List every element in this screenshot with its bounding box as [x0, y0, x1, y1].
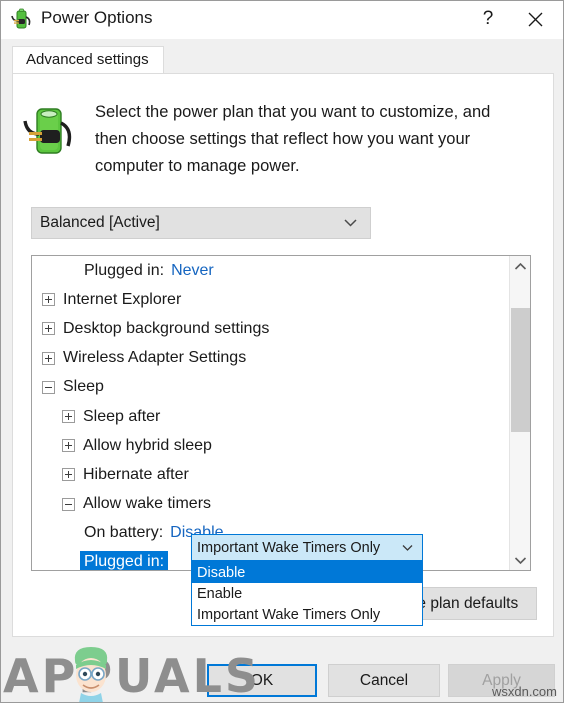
chevron-down-icon: [343, 216, 358, 234]
tree-item-group[interactable]: Desktop background settings: [32, 314, 510, 343]
title-bar: Power Options ?: [1, 1, 563, 39]
advanced-settings-tree[interactable]: Plugged in: Never Internet Explorer Desktop…: [31, 255, 531, 571]
expand-plus-icon[interactable]: [62, 468, 75, 482]
power-plug-battery-icon: [10, 7, 34, 32]
tree-item-label: Internet Explorer: [63, 290, 182, 308]
cancel-button[interactable]: Cancel: [328, 664, 440, 697]
dropdown-option[interactable]: Enable: [192, 583, 422, 604]
power-plan-value: Balanced [Active]: [40, 214, 160, 231]
expand-plus-icon[interactable]: [42, 351, 55, 365]
tab-advanced-settings[interactable]: Advanced settings: [12, 46, 164, 74]
chevron-down-icon[interactable]: [510, 550, 530, 570]
expand-plus-icon[interactable]: [42, 293, 55, 307]
power-options-dialog: Power Options ? Advanced settings Select…: [0, 0, 564, 703]
tree-item-label: Sleep after: [83, 407, 161, 425]
tree-scrollbar[interactable]: [509, 256, 530, 570]
scrollbar-thumb[interactable]: [511, 308, 530, 432]
setting-key: Plugged in:: [84, 261, 165, 279]
tree-item-group[interactable]: Internet Explorer: [32, 285, 510, 314]
tree-item-group[interactable]: Sleep after: [32, 402, 510, 431]
wake-timers-plugged-in-select[interactable]: Important Wake Timers Only: [191, 534, 423, 561]
tree-item-group[interactable]: Hibernate after: [32, 460, 510, 489]
tab-strip: Advanced settings: [1, 39, 563, 74]
tree-item-label: Allow hybrid sleep: [83, 436, 212, 454]
tree-item-group[interactable]: Sleep: [32, 373, 510, 402]
setting-value[interactable]: Never: [171, 262, 214, 280]
dropdown-option[interactable]: Important Wake Timers Only: [192, 604, 422, 625]
collapse-minus-icon[interactable]: [42, 380, 55, 394]
dropdown-option[interactable]: Disable: [192, 562, 422, 583]
power-plug-battery-icon: [21, 99, 79, 161]
collapse-minus-icon[interactable]: [62, 497, 75, 511]
setting-key: Plugged in:: [80, 550, 169, 570]
expand-plus-icon[interactable]: [42, 322, 55, 336]
tree-item-label: Desktop background settings: [63, 319, 270, 337]
tree-item-label: Sleep: [63, 378, 104, 396]
appuals-watermark: APPUALS: [3, 641, 258, 702]
expand-plus-icon[interactable]: [62, 439, 75, 453]
setting-key: On battery:: [84, 524, 164, 542]
wake-timers-dropdown-list[interactable]: Disable Enable Important Wake Timers Only: [191, 561, 423, 626]
expand-plus-icon[interactable]: [62, 410, 75, 424]
help-button[interactable]: ?: [471, 3, 505, 35]
tree-item-label: Hibernate after: [83, 465, 189, 483]
tree-item-label: Allow wake timers: [83, 495, 212, 513]
tree-item-group[interactable]: Allow wake timers: [32, 490, 510, 519]
tree-item-label: Wireless Adapter Settings: [63, 349, 247, 367]
chevron-up-icon[interactable]: [510, 256, 530, 276]
tree-rows: Plugged in: Never Internet Explorer Desktop…: [32, 256, 510, 570]
tree-item-group[interactable]: Wireless Adapter Settings: [32, 344, 510, 373]
close-icon[interactable]: [513, 3, 557, 35]
tree-item-group[interactable]: Allow hybrid sleep: [32, 431, 510, 460]
power-plan-select[interactable]: Balanced [Active]: [31, 207, 371, 239]
wsxdn-watermark: wsxdn.com: [491, 684, 557, 699]
description-text: Select the power plan that you want to c…: [95, 103, 491, 175]
wake-timers-selected-value: Important Wake Timers Only: [197, 539, 381, 556]
chevron-down-icon: [401, 541, 414, 557]
window-title: Power Options: [41, 8, 153, 27]
ok-button[interactable]: OK: [207, 664, 317, 697]
tree-item-setting[interactable]: Plugged in: Never: [32, 256, 510, 285]
